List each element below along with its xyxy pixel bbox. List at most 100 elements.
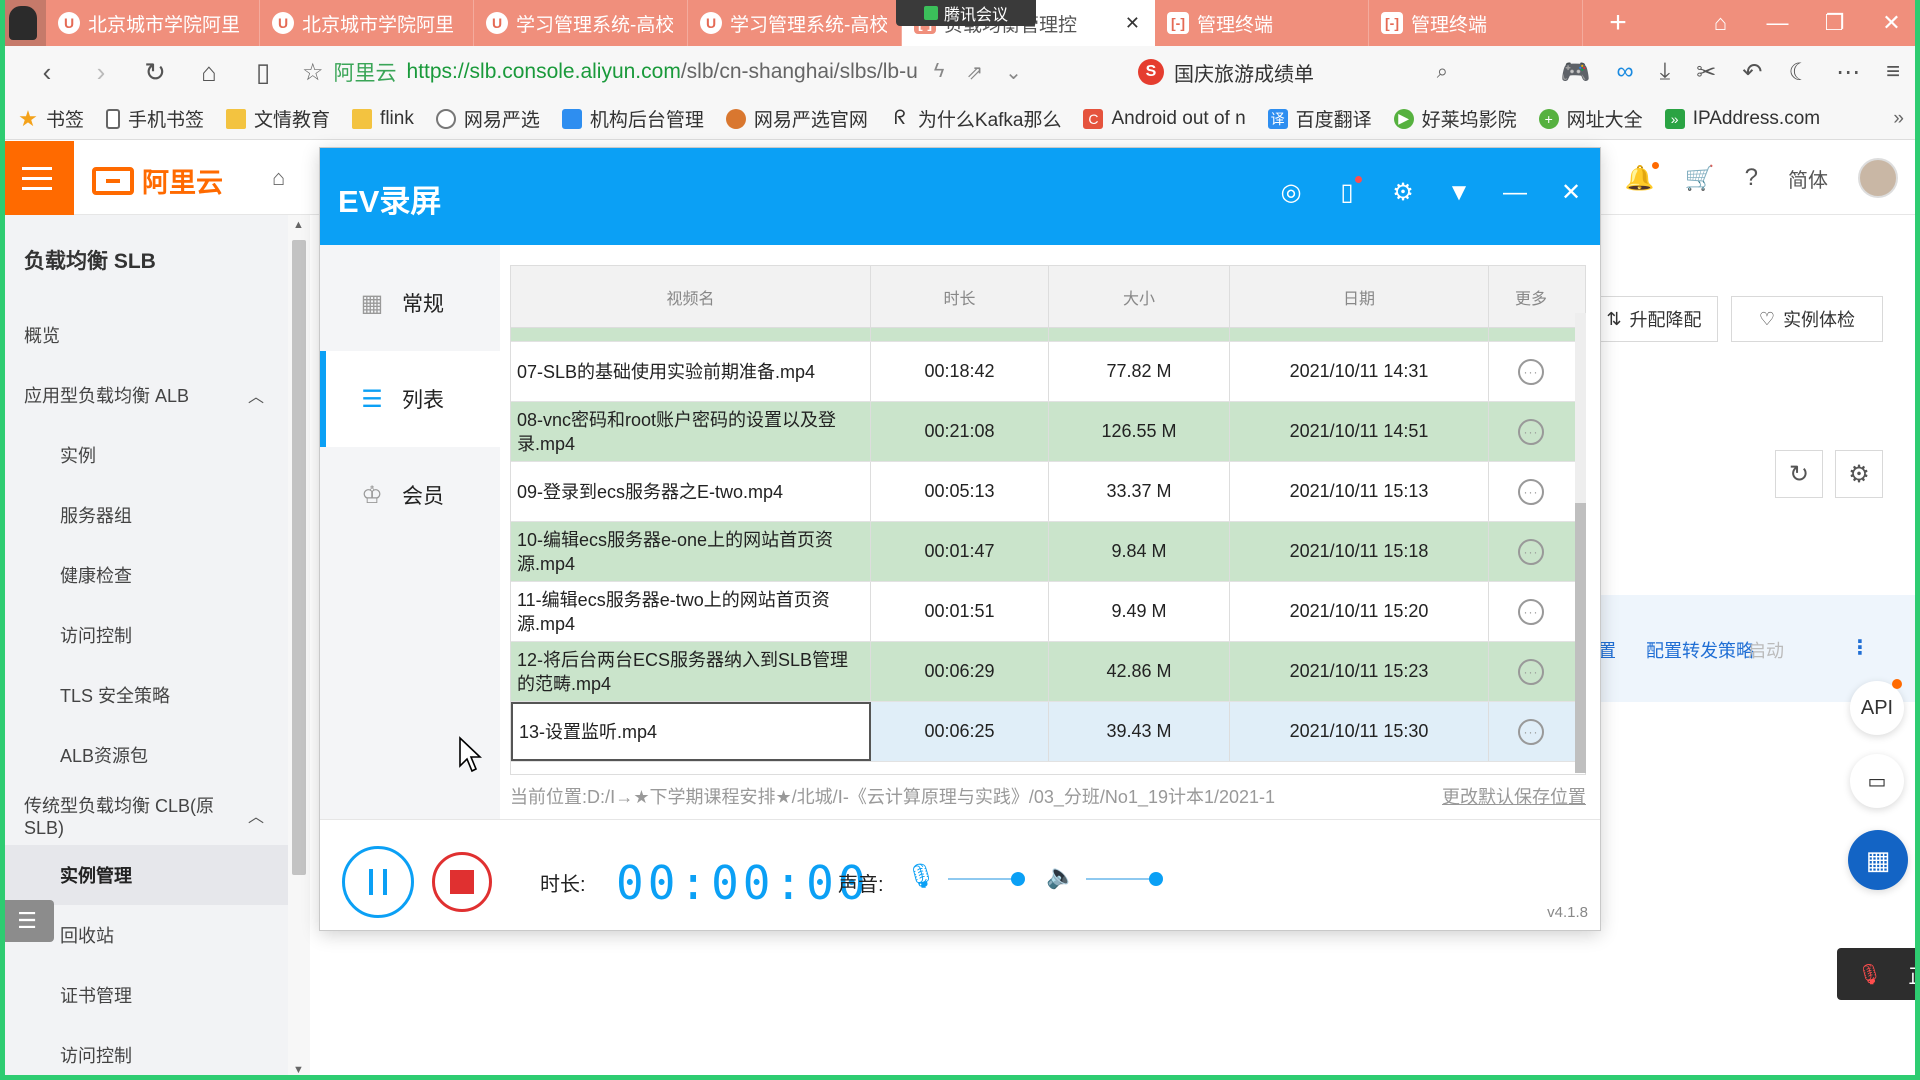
aliyun-logo[interactable]: 阿里云 — [92, 161, 223, 200]
user-icon[interactable]: ◎ — [1278, 178, 1304, 207]
stop-button[interactable] — [432, 852, 492, 912]
apps-icon[interactable]: ▦ — [1848, 830, 1908, 890]
browser-tab[interactable]: [-] 管理终端 — [1155, 0, 1369, 46]
more-options-icon[interactable]: ··· — [1518, 358, 1544, 385]
profile-avatar[interactable] — [0, 0, 46, 46]
user-avatar[interactable] — [1858, 158, 1898, 198]
more-options-icon[interactable]: ··· — [1518, 418, 1544, 445]
home-icon[interactable]: ⌂ — [182, 57, 236, 88]
bookmark-item[interactable]: ★ 书签 — [18, 105, 84, 132]
new-tab-icon[interactable]: + — [1583, 0, 1653, 46]
reload-icon[interactable]: ↻ — [128, 57, 182, 88]
ev-nav-list[interactable]: ☰ 列表 — [320, 351, 500, 447]
chat-icon[interactable]: ▭ — [1850, 754, 1904, 808]
gear-icon[interactable]: ⚙ — [1390, 178, 1416, 207]
speaker-icon[interactable]: 🔈 — [1046, 862, 1076, 891]
sidebar-item-overview[interactable]: 概览 — [0, 305, 288, 365]
sidebar-item-tls-policy[interactable]: TLS 安全策略 — [0, 665, 288, 725]
chevron-up-icon[interactable]: ︿ — [248, 383, 264, 407]
bookmark-item[interactable]: C Android out of n — [1083, 108, 1246, 130]
close-icon[interactable]: ✕ — [1558, 178, 1584, 207]
sidebar-item-instances[interactable]: 实例 — [0, 425, 288, 485]
tab-close-icon[interactable]: ✕ — [1125, 13, 1140, 34]
refresh-icon[interactable]: ↻ — [1775, 450, 1823, 498]
infinity-icon[interactable]: ∞ — [1617, 58, 1634, 86]
bookmark-item[interactable]: 译百度翻译 — [1267, 105, 1372, 132]
scroll-thumb[interactable] — [292, 240, 306, 875]
language-switch[interactable]: 简体 — [1788, 164, 1828, 193]
back-icon[interactable]: ‹ — [20, 57, 74, 88]
upgrade-button[interactable]: ⇅ 升配降配 — [1590, 296, 1718, 342]
mic-muted-icon[interactable]: 🎙 — [1857, 962, 1882, 987]
sidebar-item-access-control[interactable]: 访问控制 — [0, 605, 288, 665]
dropdown-menu-icon[interactable]: ▼ — [1446, 179, 1472, 207]
bookmark-item[interactable]: 手机书签 — [106, 105, 204, 132]
floating-list-icon[interactable]: ☰ — [0, 900, 54, 942]
sidebar-group-alb[interactable]: 应用型负载均衡 ALB ︿ — [0, 365, 288, 425]
api-float-button[interactable]: API — [1850, 679, 1904, 735]
game-icon[interactable]: 🎮 — [1561, 58, 1591, 87]
browser-tab[interactable]: U 北京城市学院阿里 — [260, 0, 474, 46]
table-scrollbar[interactable] — [1575, 313, 1586, 773]
sidebar-group-clb[interactable]: 传统型负载均衡 CLB(原SLB) ︿ — [0, 785, 288, 845]
menu-icon[interactable]: ≡ — [1886, 58, 1900, 86]
reader-icon[interactable]: ▯ — [236, 57, 290, 88]
forward-policy-link[interactable]: 配置转发策略 — [1646, 637, 1754, 663]
mic-volume-knob[interactable] — [1011, 872, 1025, 886]
settings-icon[interactable]: ⚙ — [1835, 450, 1883, 498]
sidebar-scrollbar[interactable]: ▲ ▼ — [288, 215, 310, 1080]
ev-nav-general[interactable]: ▦ 常规 — [320, 255, 500, 351]
download-icon[interactable]: ⤓ — [1660, 58, 1671, 86]
more-options-icon[interactable]: ··· — [1518, 478, 1544, 505]
help-icon[interactable]: ? — [1745, 164, 1758, 192]
bookmark-item[interactable]: ▶ 好莱坞影院 — [1393, 105, 1517, 132]
bookmark-item[interactable]: 网易严选 — [435, 105, 540, 132]
address-bar[interactable]: ☆ 阿里云 https://slb.console.aliyun.com/slb… — [302, 52, 1102, 92]
minimize-icon[interactable]: — — [1749, 10, 1806, 36]
ev-nav-member[interactable]: ♔ 会员 — [320, 447, 500, 543]
shirt-icon[interactable]: ⌂ — [1692, 10, 1749, 36]
column-header-size[interactable]: 大小 — [1049, 266, 1230, 327]
configure-link[interactable]: 置 — [1598, 637, 1616, 663]
column-header-name[interactable]: 视频名 — [511, 266, 871, 327]
sidebar-item-alb-package[interactable]: ALB资源包 — [0, 725, 288, 785]
lightning-icon[interactable]: ϟ — [934, 60, 945, 85]
table-row[interactable]: 12-将后台两台ECS服务器纳入到SLB管理的范畴.mp4 00:06:29 42.… — [511, 642, 1585, 702]
more-options-icon[interactable]: ··· — [1518, 718, 1544, 745]
browser-tab[interactable]: U 北京城市学院阿里 — [46, 0, 260, 46]
scroll-thumb[interactable] — [1575, 503, 1586, 773]
minimize-icon[interactable]: — — [1502, 179, 1528, 207]
change-save-path-link[interactable]: 更改默认保存位置 — [1442, 783, 1586, 809]
chevron-up-icon[interactable]: ︿ — [248, 803, 264, 827]
meeting-mic-float[interactable]: 🎙 正 — [1837, 948, 1920, 1000]
restore-icon[interactable]: ❐ — [1806, 10, 1863, 36]
sidebar-item-access-control-clb[interactable]: 访问控制 — [0, 1025, 288, 1080]
phone-icon[interactable]: ▯ — [1334, 176, 1362, 207]
table-row[interactable]: 09-登录到ecs服务器之E-two.mp4 00:05:13 33.37 M 202… — [511, 462, 1585, 522]
search-engine-icon[interactable]: S — [1138, 59, 1164, 85]
browser-tab[interactable]: U 学习管理系统-高校 — [688, 0, 902, 46]
browser-tab[interactable]: [-] 管理终端 — [1369, 0, 1583, 46]
more-options-icon[interactable]: ··· — [1518, 538, 1544, 565]
pause-button[interactable] — [342, 846, 414, 918]
more-vertical-icon[interactable]: ⋮ — [1850, 635, 1870, 660]
column-header-duration[interactable]: 时长 — [871, 266, 1049, 327]
more-bookmarks-icon[interactable]: » — [1893, 108, 1904, 130]
bookmark-item[interactable]: 文情教育 — [226, 105, 330, 132]
more-options-icon[interactable]: ··· — [1518, 658, 1544, 685]
cart-icon[interactable]: 🛒 — [1685, 164, 1715, 193]
share-icon[interactable]: ⇗ — [966, 60, 983, 85]
scissors-icon[interactable]: ✂ — [1696, 58, 1716, 87]
undo-icon[interactable]: ↶ — [1742, 58, 1762, 87]
forward-icon[interactable]: › — [74, 57, 128, 88]
bookmark-star-icon[interactable]: ☆ — [302, 58, 324, 87]
table-row[interactable]: 11-编辑ecs服务器e-two上的网站首页资源.mp4 00:01:51 9.49… — [511, 582, 1585, 642]
bookmark-item[interactable]: ᖇ 为什么Kafka那么 — [890, 105, 1062, 132]
bookmark-item[interactable]: » IPAddress.com — [1664, 108, 1820, 130]
close-window-icon[interactable]: ✕ — [1863, 10, 1920, 36]
browser-tab[interactable]: U 学习管理系统-高校 — [474, 0, 688, 46]
table-row[interactable]: 07-SLB的基础使用实验前期准备.mp4 00:18:42 77.82 M 2021… — [511, 342, 1585, 402]
table-row[interactable]: 08-vnc密码和root账户密码的设置以及登录.mp4 00:21:08 126.… — [511, 402, 1585, 462]
bookmark-item[interactable]: + 网址大全 — [1538, 105, 1643, 132]
console-home-icon[interactable]: ⌂ — [272, 165, 285, 191]
